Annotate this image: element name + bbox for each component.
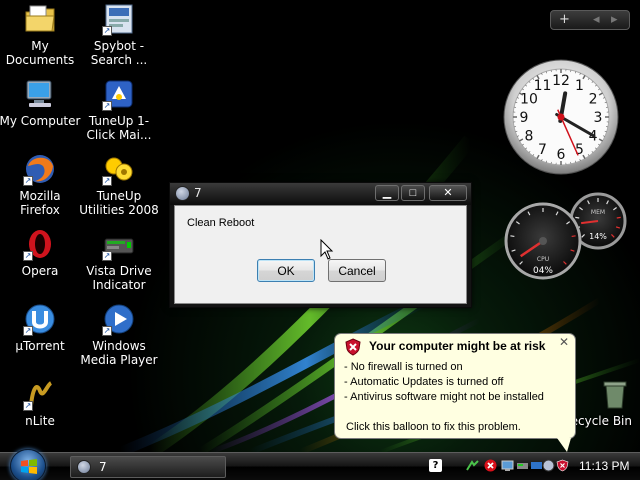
desktop-icon-tuneup-1click[interactable]: ↗ TuneUp 1-Click Mai... [77, 77, 161, 142]
shortcut-arrow-icon: ↗ [102, 251, 112, 261]
dial-tick [616, 216, 621, 219]
cpu-meter-gadget[interactable]: MEM 14% CPU 04% [502, 192, 630, 282]
app-icon [77, 460, 91, 474]
opera-icon: ↗ [23, 227, 57, 261]
dialog-title: 7 [194, 186, 202, 200]
balloon-tail [557, 438, 571, 452]
desktop-icon-label: Mozilla Firefox [19, 189, 61, 217]
desktop-icon-label: TuneUp Utilities 2008 [79, 189, 159, 217]
clock-number: 12 [552, 73, 570, 89]
add-gadget-button[interactable]: + [559, 12, 570, 27]
desktop-icon-utorrent[interactable]: ↗ µTorrent [0, 302, 82, 353]
shortcut-arrow-icon: ↗ [102, 326, 112, 336]
desktop-icon-my-computer[interactable]: My Computer [0, 77, 82, 128]
spybot-icon: ↗ [102, 2, 136, 36]
close-button[interactable]: ✕ [429, 185, 467, 201]
desktop-icon-label: TuneUp 1-Click Mai... [86, 114, 152, 142]
app-icon [175, 186, 190, 201]
desktop-icon-my-documents[interactable]: My Documents [0, 2, 82, 67]
app-tray-icon[interactable] [542, 459, 555, 472]
tuneup-1click-icon: ↗ [102, 77, 136, 111]
cancel-button[interactable]: Cancel [328, 259, 386, 282]
dial-tick [571, 235, 576, 238]
clock-number: 11 [534, 78, 552, 94]
sidebar-controls: + ◂ ▸ [550, 10, 630, 30]
cpu-percent: 04% [533, 266, 553, 276]
network-icon[interactable] [466, 459, 479, 472]
desktop-icon-label: nLite [25, 414, 55, 428]
security-shield-icon [345, 338, 361, 356]
desktop-icon-tuneup-utilities[interactable]: ↗ TuneUp Utilities 2008 [77, 152, 161, 217]
dialog-titlebar[interactable]: 7 ▁ □ ✕ [170, 183, 471, 205]
desktop-icon-label: My Documents [5, 39, 75, 67]
desktop-icon-vista-drive-indicator[interactable]: ↗ Vista Drive Indicator [77, 227, 161, 292]
balloon-title: Your computer might be at risk [369, 339, 546, 353]
taskbar-button-label: 7 [99, 460, 107, 474]
desktop-icon-firefox[interactable]: ↗ Mozilla Firefox [0, 152, 82, 217]
start-button[interactable] [10, 449, 46, 480]
monitor-icon[interactable] [501, 459, 514, 472]
taskbar: 7 ? 11:13 PM [0, 449, 640, 480]
mouse-cursor-icon [320, 239, 334, 260]
utorrent-icon: ↗ [23, 302, 57, 336]
shortcut-arrow-icon: ↗ [23, 251, 33, 261]
security-error-icon[interactable] [484, 459, 497, 472]
dialog-message: Clean Reboot [187, 217, 255, 229]
my-documents-icon [23, 2, 57, 36]
tuneup-utilities-icon: ↗ [102, 152, 136, 186]
clock-number: 3 [594, 110, 603, 126]
security-shield-tray-icon[interactable] [556, 459, 569, 472]
desktop-icon-label: µTorrent [15, 339, 65, 353]
clock-number: 2 [589, 92, 598, 108]
mem-label: MEM [591, 209, 605, 216]
dial-tick [510, 235, 515, 238]
mem-percent: 14% [589, 232, 607, 241]
clock-number: 1 [575, 78, 584, 94]
security-alert-balloon[interactable]: Your computer might be at risk ✕ - No fi… [334, 333, 576, 452]
maximize-button[interactable]: □ [401, 185, 425, 201]
balloon-close-button[interactable]: ✕ [558, 336, 570, 349]
clock-gadget[interactable]: 121234567891011 [502, 58, 620, 176]
balloon-line: - Automatic Updates is turned off [344, 376, 504, 388]
desktop-icon-label: Windows Media Player [80, 339, 158, 367]
next-gadget-button[interactable]: ▸ [611, 12, 618, 27]
shortcut-arrow-icon: ↗ [102, 101, 112, 111]
windows-logo-icon [21, 459, 37, 474]
desktop-icon-label: My Computer [0, 114, 81, 128]
dial-tick [575, 216, 580, 219]
taskbar-button-7[interactable]: 7 [70, 456, 226, 478]
shortcut-arrow-icon: ↗ [23, 401, 33, 411]
desktop-icon-label: Spybot - Search ... [90, 39, 148, 67]
desktop-icon-windows-media-player[interactable]: ↗ Windows Media Player [77, 302, 161, 367]
shortcut-arrow-icon: ↗ [23, 326, 33, 336]
desktop-icon-nlite[interactable]: ↗ nLite [0, 377, 82, 428]
balloon-footer: Click this balloon to fix this problem. [346, 421, 521, 433]
minimize-button[interactable]: ▁ [375, 185, 399, 201]
desktop-icon-spybot[interactable]: ↗ Spybot - Search ... [77, 2, 161, 67]
windows-media-player-icon: ↗ [102, 302, 136, 336]
taskbar-clock[interactable]: 11:13 PM [579, 459, 629, 473]
previous-gadget-button[interactable]: ◂ [593, 12, 600, 27]
desktop-icon-label: Vista Drive Indicator [86, 264, 152, 292]
ok-button[interactable]: OK [257, 259, 315, 282]
balloon-line: - Antivirus software might not be instal… [344, 391, 544, 403]
clock-number: 8 [524, 129, 533, 145]
balloon-line: - No firewall is turned on [344, 361, 463, 373]
cpu-label: CPU [537, 256, 549, 263]
my-computer-icon [23, 77, 57, 111]
desktop-icon-label: Opera [21, 264, 59, 278]
help-icon[interactable]: ? [429, 459, 442, 472]
recycle-bin-icon [598, 377, 632, 411]
vista-drive-indicator-icon: ↗ [102, 227, 136, 261]
nlite-icon: ↗ [23, 377, 57, 411]
shortcut-arrow-icon: ↗ [102, 176, 112, 186]
drive-indicator-icon[interactable] [516, 459, 529, 472]
clock-number: 9 [520, 110, 529, 126]
shortcut-arrow-icon: ↗ [23, 176, 33, 186]
desktop-icon-opera[interactable]: ↗ Opera [0, 227, 82, 278]
shortcut-arrow-icon: ↗ [102, 26, 112, 36]
firefox-icon: ↗ [23, 152, 57, 186]
clock-number: 6 [557, 147, 566, 163]
